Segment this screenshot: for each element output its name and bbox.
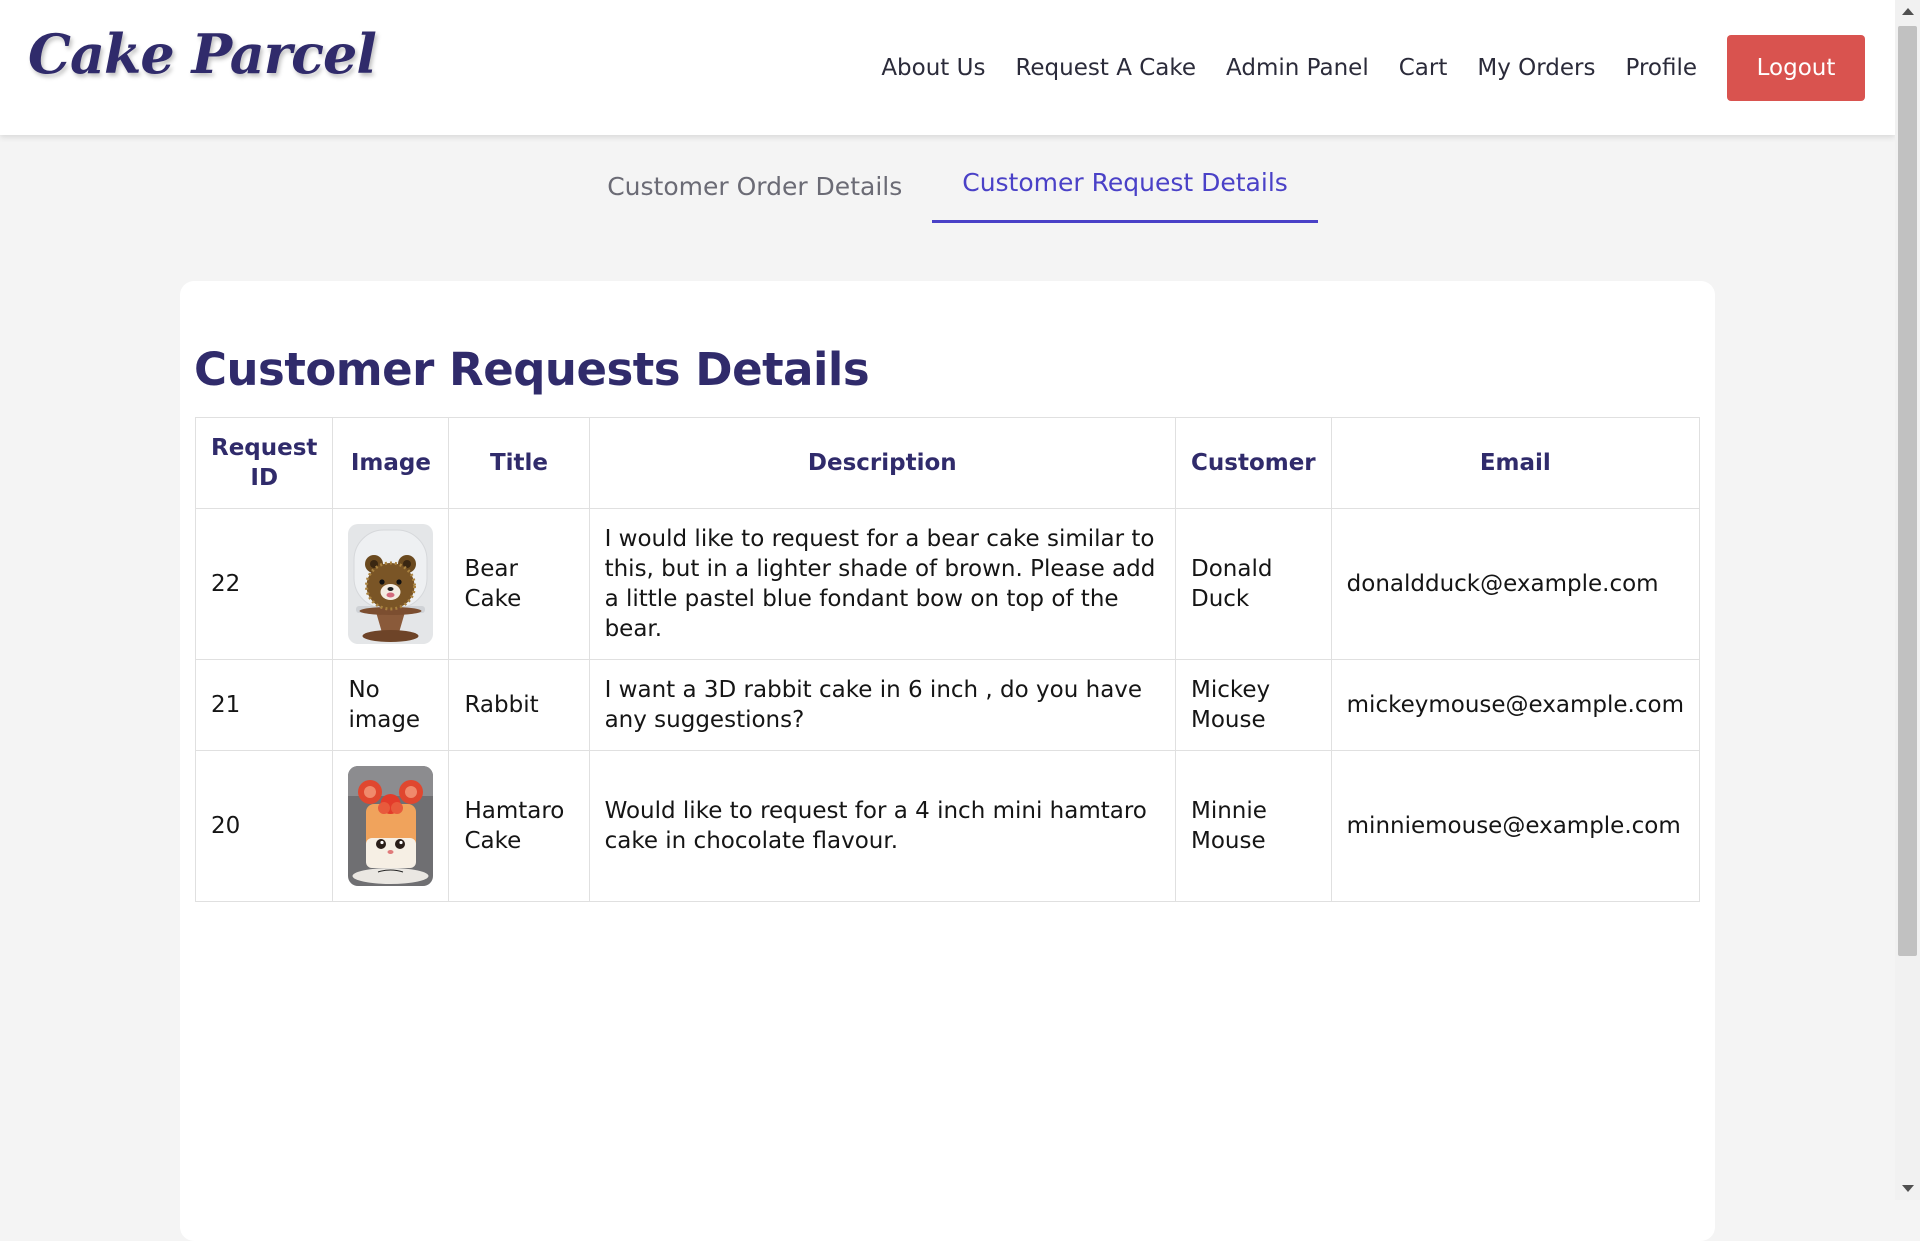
cell-image [332, 508, 450, 660]
cell-customer: Minnie Mouse [1175, 750, 1332, 902]
cell-request-id: 20 [194, 750, 334, 902]
column-header-email: Email [1330, 417, 1701, 509]
main-nav: About Us Request A Cake Admin Panel Cart… [881, 35, 1865, 101]
scrollbar-thumb[interactable] [1898, 26, 1917, 956]
admin-tabs: Customer Order Details Customer Request … [0, 160, 1895, 223]
table-row: 22 Bear Cake I would like to request for… [194, 508, 1701, 660]
cell-request-id: 22 [194, 508, 334, 660]
scroll-down-arrow-icon[interactable] [1902, 1185, 1914, 1192]
cell-description: Would like to request for a 4 inch mini … [588, 750, 1177, 902]
nav-about-us[interactable]: About Us [881, 55, 985, 81]
vertical-scrollbar[interactable] [1895, 0, 1920, 1200]
cell-image: No image [332, 659, 450, 751]
cell-request-id: 21 [194, 659, 334, 751]
table-row: 20 Hamtaro Cake Would like to request fo… [194, 750, 1701, 902]
column-header-image: Image [332, 417, 450, 509]
cell-description: I would like to request for a bear cake … [588, 508, 1177, 660]
cell-title: Rabbit [448, 659, 590, 751]
logout-button[interactable]: Logout [1727, 35, 1865, 101]
scroll-up-arrow-icon[interactable] [1902, 8, 1914, 15]
cell-title: Bear Cake [448, 508, 590, 660]
nav-admin-panel[interactable]: Admin Panel [1226, 55, 1369, 81]
hamtaro-cake-image[interactable] [348, 766, 434, 886]
bear-cake-image[interactable] [348, 524, 434, 644]
column-header-description: Description [588, 417, 1177, 509]
brand-logo[interactable]: Cake Parcel [28, 22, 377, 86]
tab-customer-order-details[interactable]: Customer Order Details [577, 160, 932, 223]
nav-my-orders[interactable]: My Orders [1477, 55, 1595, 81]
cell-email: mickeymouse@example.com [1330, 659, 1701, 751]
requests-card: Customer Requests Details Request ID Ima… [180, 281, 1715, 1241]
table-row: 21 No image Rabbit I want a 3D rabbit ca… [194, 659, 1701, 751]
cell-description: I want a 3D rabbit cake in 6 inch , do y… [588, 659, 1177, 751]
cell-image [332, 750, 450, 902]
cell-email: minniemouse@example.com [1330, 750, 1701, 902]
table-header-row: Request ID Image Title Description Custo… [194, 417, 1701, 509]
nav-cart[interactable]: Cart [1399, 55, 1448, 81]
nav-profile[interactable]: Profile [1625, 55, 1697, 81]
nav-request-a-cake[interactable]: Request A Cake [1015, 55, 1196, 81]
cell-title: Hamtaro Cake [448, 750, 590, 902]
cell-email: donaldduck@example.com [1330, 508, 1701, 660]
column-header-title: Title [448, 417, 590, 509]
requests-table: Request ID Image Title Description Custo… [194, 417, 1701, 902]
page-title: Customer Requests Details [194, 343, 870, 396]
top-navbar: Cake Parcel About Us Request A Cake Admi… [0, 0, 1895, 135]
cell-customer: Mickey Mouse [1175, 659, 1332, 751]
tab-customer-request-details[interactable]: Customer Request Details [932, 160, 1318, 223]
page: Cake Parcel About Us Request A Cake Admi… [0, 0, 1895, 1241]
column-header-customer: Customer [1175, 417, 1332, 509]
column-header-request-id: Request ID [194, 417, 334, 509]
cell-customer: Donald Duck [1175, 508, 1332, 660]
